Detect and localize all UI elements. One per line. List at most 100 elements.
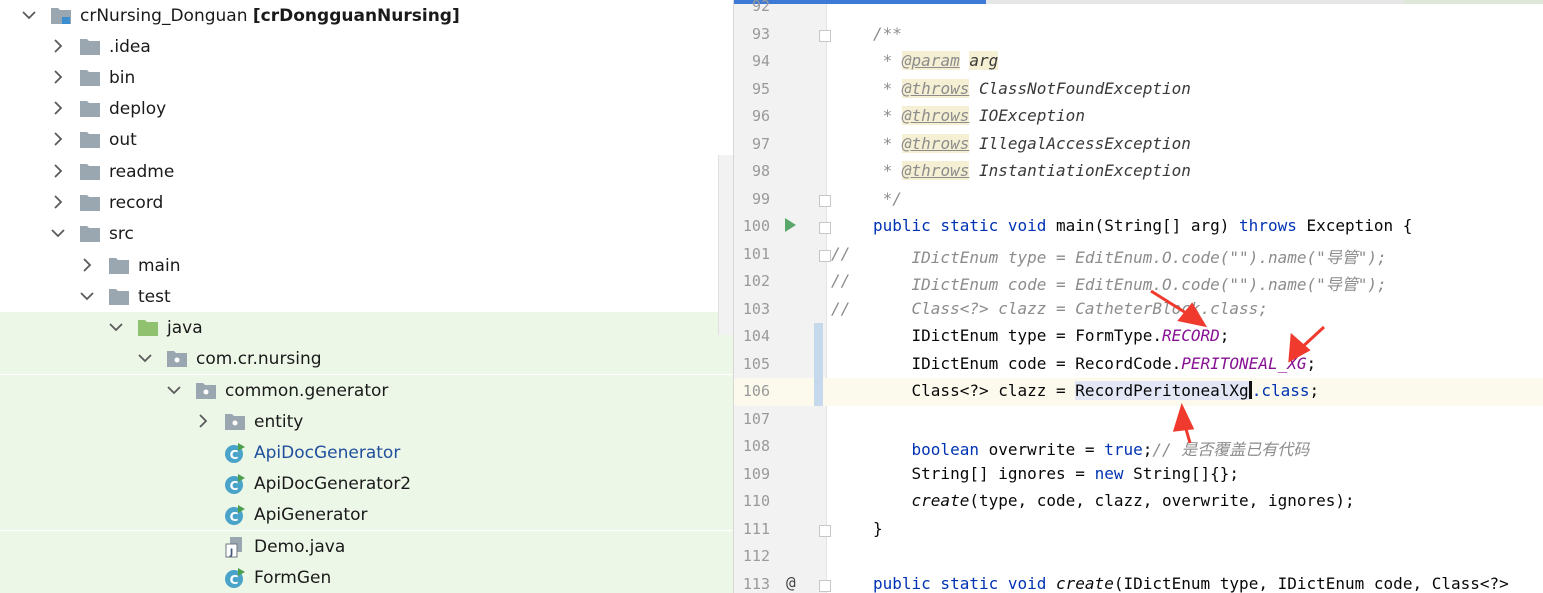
chevron-down-icon[interactable]: [167, 385, 181, 395]
tree-row-13[interactable]: entity: [0, 406, 733, 437]
chevron-down-icon[interactable]: [22, 10, 36, 20]
code-text: * @param arg: [873, 51, 999, 70]
tree-row-1[interactable]: .idea: [0, 31, 733, 62]
tree-row-2[interactable]: bin: [0, 62, 733, 93]
tree-row-8[interactable]: main: [0, 250, 733, 281]
fold-marker-icon[interactable]: [819, 222, 831, 234]
chevron-down-icon[interactable]: [138, 353, 152, 363]
code-line-98[interactable]: 98 * @throws InstantiationException: [734, 158, 1543, 186]
code-line-110[interactable]: 110 create(type, code, clazz, overwrite,…: [734, 488, 1543, 516]
javadoc-tag: @throws: [901, 161, 970, 180]
fold-marker-icon[interactable]: [819, 194, 831, 207]
tree-row-15[interactable]: C ApiDocGenerator2: [0, 468, 733, 499]
code-line-99[interactable]: 99 */: [734, 186, 1543, 214]
svg-text:C: C: [230, 510, 239, 524]
code-line-108[interactable]: 108 boolean overwrite = true;// 是否覆盖已有代码: [734, 433, 1543, 461]
chevron-right-icon[interactable]: [53, 195, 63, 209]
tree-scrollbar[interactable]: [718, 155, 733, 335]
tree-row-16[interactable]: C ApiGenerator: [0, 499, 733, 530]
code-line-94[interactable]: 94 * @param arg: [734, 48, 1543, 76]
tree-row-7[interactable]: src: [0, 218, 733, 249]
code-line-97[interactable]: 97 * @throws IllegalAccessException: [734, 131, 1543, 159]
fold-marker-icon[interactable]: [819, 29, 831, 42]
tree-row-5[interactable]: readme: [0, 156, 733, 187]
code-text: * @throws ClassNotFoundException: [873, 78, 1191, 98]
tree-row-17[interactable]: J Demo.java: [0, 531, 733, 562]
tree-row-label: src: [109, 224, 134, 244]
tree-row-label: Demo.java: [254, 537, 346, 557]
tree-row-10[interactable]: java: [0, 312, 733, 343]
code-line-92[interactable]: 92: [734, 0, 1543, 21]
tree-row-18[interactable]: C FormGen: [0, 562, 733, 593]
javadoc-tag: @throws: [901, 106, 970, 125]
runnable-class-icon: C: [224, 504, 246, 525]
code-editor[interactable]: 92 93/** 94 * @param arg 95 * @throws Class…: [733, 0, 1543, 593]
code-token: *: [873, 133, 902, 153]
line-number: 102: [742, 272, 770, 290]
chevron-right-icon[interactable]: [53, 164, 63, 178]
fold-marker-icon[interactable]: [819, 249, 831, 262]
tree-row-6[interactable]: record: [0, 187, 733, 218]
code-line-111[interactable]: 111}: [734, 516, 1543, 544]
line-number: 105: [742, 354, 770, 373]
code-line-101[interactable]: 101 // IDictEnum type = EditEnum.O.code("…: [734, 241, 1543, 269]
code-line-104[interactable]: 104 IDictEnum type = FormType.RECORD;: [734, 323, 1543, 351]
line-comment-prefix: //: [831, 298, 851, 318]
code-line-103[interactable]: 103 // Class<?> clazz = CatheterBlock.cla…: [734, 296, 1543, 324]
chevron-right-icon[interactable]: [53, 70, 63, 84]
code-line-100[interactable]: 100 public static void main(String[] arg)…: [734, 213, 1543, 241]
chevron-down-icon[interactable]: [109, 322, 123, 332]
code-line-112[interactable]: 112: [734, 543, 1543, 571]
method-call: create: [873, 491, 970, 510]
chevron-down-icon[interactable]: [51, 228, 65, 238]
code-line-96[interactable]: 96 * @throws IOException: [734, 103, 1543, 131]
tree-row-4[interactable]: out: [0, 124, 733, 155]
fold-marker-icon[interactable]: [819, 579, 831, 592]
tree-row-12[interactable]: common.generator: [0, 375, 733, 406]
tree-row-0[interactable]: crNursing_Donguan [crDongguanNursing]: [0, 0, 733, 31]
code-line-106[interactable]: 106 Class<?> clazz = RecordPeritonealXg.…: [734, 378, 1543, 406]
tree-row-3[interactable]: deploy: [0, 93, 733, 124]
chevron-right-icon[interactable]: [53, 39, 63, 53]
code-line-93[interactable]: 93 /**: [734, 21, 1543, 49]
chevron-right-icon[interactable]: [82, 258, 92, 272]
tree-row-label: out: [109, 130, 137, 150]
code-token: IDictEnum code = RecordCode.: [873, 353, 1182, 373]
line-comment-prefix: //: [831, 243, 851, 263]
override-annotation-icon[interactable]: @: [786, 573, 796, 592]
code-line-105[interactable]: 105 IDictEnum code = RecordCode.PERITONE…: [734, 350, 1543, 379]
tree-row-11[interactable]: com.cr.nursing: [0, 343, 733, 374]
code-token: boolean: [873, 440, 979, 459]
code-line-95[interactable]: 95 * @throws ClassNotFoundException: [734, 76, 1543, 104]
method-call: create: [1046, 573, 1114, 593]
chevron-right-icon[interactable]: [198, 414, 208, 428]
code-text: /**: [873, 24, 902, 43]
chevron-right-icon[interactable]: [53, 132, 63, 146]
tree-row-label: ApiDocGenerator: [254, 443, 401, 463]
chevron-right-icon[interactable]: [53, 101, 63, 115]
javadoc-tag: @throws: [901, 133, 970, 153]
tree-row-label: FormGen: [254, 568, 332, 588]
code-token: IDictEnum type = FormType.: [873, 326, 1162, 345]
module-folder-icon: [50, 5, 72, 25]
line-number: 96: [751, 107, 770, 125]
vcs-change-marker[interactable]: [814, 378, 823, 406]
tree-row-label: deploy: [109, 99, 167, 119]
code-line-107[interactable]: 107: [734, 406, 1543, 434]
run-icon[interactable]: [785, 218, 796, 232]
code-line-109[interactable]: 109 String[] ignores = new String[]{};: [734, 461, 1543, 489]
code-line-102[interactable]: 102 // IDictEnum code = EditEnum.O.code("…: [734, 268, 1543, 296]
fold-marker-icon[interactable]: [819, 524, 831, 537]
project-tree: crNursing_Donguan [crDongguanNursing] .id…: [0, 0, 733, 593]
vcs-change-marker[interactable]: [814, 350, 823, 379]
vcs-change-marker[interactable]: [814, 323, 823, 351]
code-line-113[interactable]: 113 @ public static void create(IDictEnum …: [734, 571, 1543, 593]
test-source-folder-icon: [137, 317, 159, 337]
tree-row-9[interactable]: test: [0, 281, 733, 312]
chevron-down-icon[interactable]: [80, 291, 94, 301]
code-text: create(type, code, clazz, overwrite, ign…: [873, 491, 1355, 510]
line-number: 104: [742, 327, 770, 345]
line-number: 95: [751, 79, 770, 98]
tree-row-14[interactable]: C ApiDocGenerator: [0, 437, 733, 468]
line-comment-prefix: //: [831, 271, 851, 290]
